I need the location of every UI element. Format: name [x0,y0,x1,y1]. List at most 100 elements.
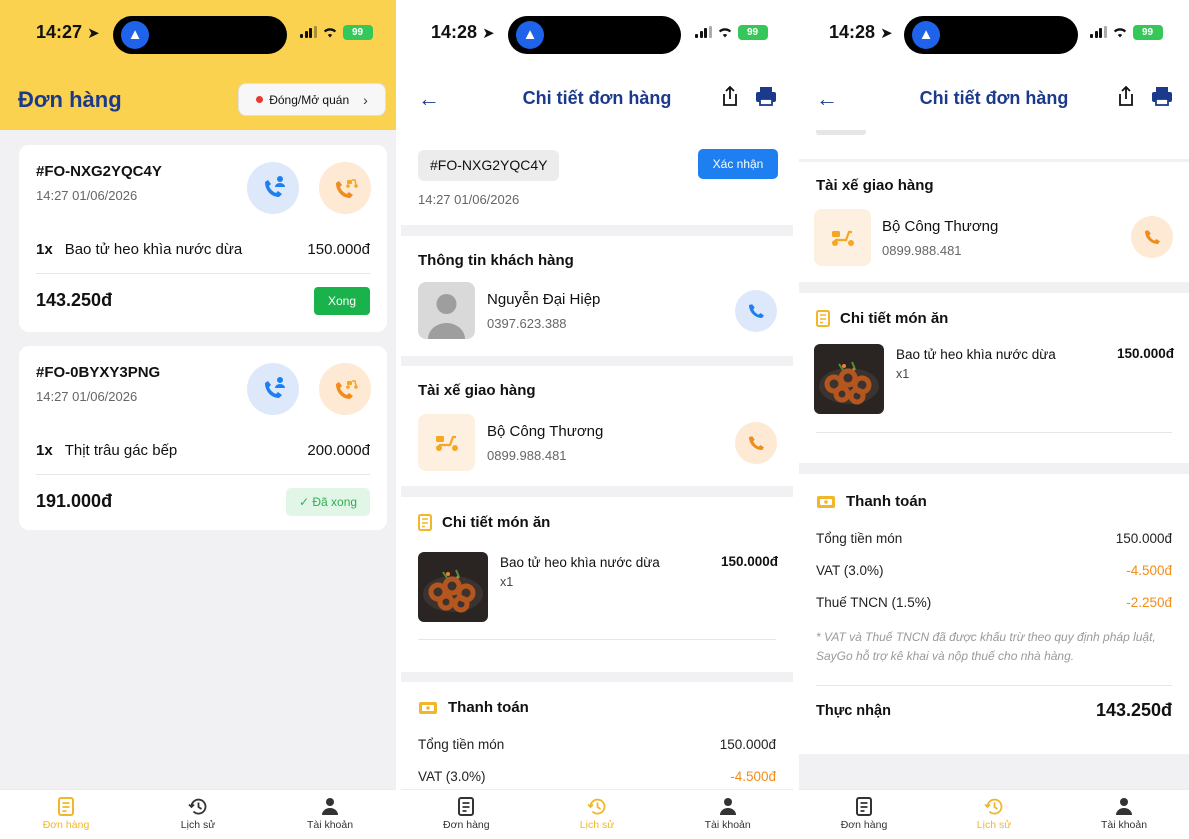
order-id: #FO-0BYXY3PNG [36,364,161,381]
receipt-icon [856,797,872,816]
call-customer-button[interactable] [247,363,299,415]
row-label: VAT (3.0%) [418,769,486,784]
item-price: 150.000đ [307,241,370,258]
section-title: Chi tiết món ăn [816,310,948,327]
share-icon[interactable] [720,85,740,107]
dynamic-island: ▲ [508,16,681,54]
signal-icon [1090,26,1107,38]
driver-section: Tài xế giao hàng Bộ Công Thương 0899.988… [401,366,793,486]
scooter-icon [435,435,458,451]
section-title: Tài xế giao hàng [816,177,934,194]
phone-icon [749,304,764,318]
pit-row: Thuế TNCN (1.5%) -2.250đ [816,595,1172,610]
call-driver-button[interactable] [319,363,371,415]
vat-row: VAT (3.0%) -4.500đ [816,563,1172,578]
item-price: 200.000đ [307,442,370,459]
customer-phone: 0397.623.388 [487,316,567,331]
food-image [418,552,488,622]
item-name: Thịt trâu gác bếp [64,442,178,459]
vat-row: VAT (3.0%) -4.500đ [418,769,776,784]
print-icon[interactable] [755,85,777,107]
print-icon[interactable] [1151,85,1173,107]
tab-label: Tài khoản [1100,819,1148,831]
scooter-icon [831,230,854,246]
driver-phone: 0899.988.481 [487,448,567,463]
tab-history[interactable]: Lịch sử [532,790,663,839]
call-customer-icon [265,176,285,197]
tab-bar: Đơn hàng Lịch sử Tài khoản [0,789,396,839]
order-item-line: 1x Bao tử heo khìa nước dừa 150.000đ [36,241,370,258]
history-icon [587,798,606,815]
wifi-icon [323,28,336,38]
row-label: Thuế TNCN (1.5%) [816,595,932,610]
row-label: Tổng tiền món [418,737,505,752]
tab-history[interactable]: Lịch sử [929,790,1059,839]
food-photo [418,552,488,622]
order-id: #FO-NXG2YQC4Y [36,163,162,180]
receipt-icon [58,797,74,816]
status-icons: 99 [695,24,768,40]
share-icon[interactable] [1116,85,1136,107]
food-photo [814,344,884,414]
food-image [814,344,884,414]
status-badge: ✓ Đã xong [286,488,370,516]
call-driver-icon [336,380,358,399]
tab-label: Đơn hàng [443,819,490,831]
driver-avatar [814,209,871,266]
tab-label: Lịch sử [180,819,216,831]
order-card[interactable]: #FO-0BYXY3PNG 14:27 01/06/2026 1x Thịt tr… [19,346,387,530]
call-driver-button[interactable] [735,422,777,464]
call-customer-button[interactable] [247,162,299,214]
tab-label: Đơn hàng [840,819,888,831]
tab-orders[interactable]: Đơn hàng [799,790,929,839]
food-price: 150.000đ [720,554,778,569]
tab-account[interactable]: Tài khoản [1059,790,1189,839]
order-card[interactable]: #FO-NXG2YQC4Y 14:27 01/06/2026 1x Bao tử … [19,145,387,332]
battery-icon: 99 [342,24,373,40]
status-dot-icon [256,96,264,103]
status-time: 14:28 ➤ [829,22,893,42]
subtotal-row: Tổng tiền món 150.000đ [418,737,776,752]
tab-history[interactable]: Lịch sử [132,790,264,839]
tab-orders[interactable]: Đơn hàng [0,790,132,839]
tab-account[interactable]: Tài khoản [264,790,396,839]
status-bar: 14:27 ➤ ▲ 99 [0,0,396,76]
call-driver-button[interactable] [1131,216,1173,258]
call-driver-icon [336,179,358,198]
subtotal-row: Tổng tiền món 150.000đ [816,531,1172,546]
row-value: 150.000đ [719,737,776,752]
wifi-icon [1113,28,1126,38]
signal-icon [300,26,317,38]
store-toggle-button[interactable]: Đóng/Mở quán › [238,83,386,116]
order-item-line: 1x Thịt trâu gác bếp 200.000đ [36,442,370,459]
tab-bar: Đơn hàng Lịch sử Tài khoản [799,789,1189,839]
row-value: -4.500đ [1126,563,1172,578]
confirm-button[interactable]: Xác nhận [698,149,778,179]
food-name: Bao tử heo khìa nước dừa [896,347,1056,362]
payment-section: Thanh toán Tổng tiền món 150.000đ VAT (3.… [799,474,1189,754]
dynamic-island: ▲ [904,16,1078,54]
customer-section: Thông tin khách hàng Nguyễn Đại Hiệp 039… [401,236,793,356]
user-icon [719,798,736,815]
row-label: Tổng tiền món [816,531,903,546]
navigation-icon: ▲ [121,21,149,49]
receipt-icon [458,797,475,816]
tab-label: Lịch sử [579,819,615,831]
section-title-text: Thanh toán [448,699,529,716]
dynamic-island: ▲ [113,16,287,54]
tab-account[interactable]: Tài khoản [662,790,793,839]
call-customer-icon [265,377,285,398]
driver-avatar [418,414,475,471]
done-button[interactable]: Xong [314,287,370,315]
history-icon [188,798,207,815]
order-detail-screen: 14:28 ➤ ▲ 99 ← Chi tiết đơn hàng #FO-NXG… [401,0,793,839]
tab-orders[interactable]: Đơn hàng [401,790,532,839]
call-customer-button[interactable] [735,290,777,332]
status-icons: 99 [300,24,373,40]
food-quantity: x1 [500,575,514,589]
call-driver-button[interactable] [319,162,371,214]
divider [36,273,370,274]
page-title: Đơn hàng [18,87,122,112]
section-title-text: Thanh toán [846,493,927,510]
food-price: 150.000đ [1116,346,1174,361]
